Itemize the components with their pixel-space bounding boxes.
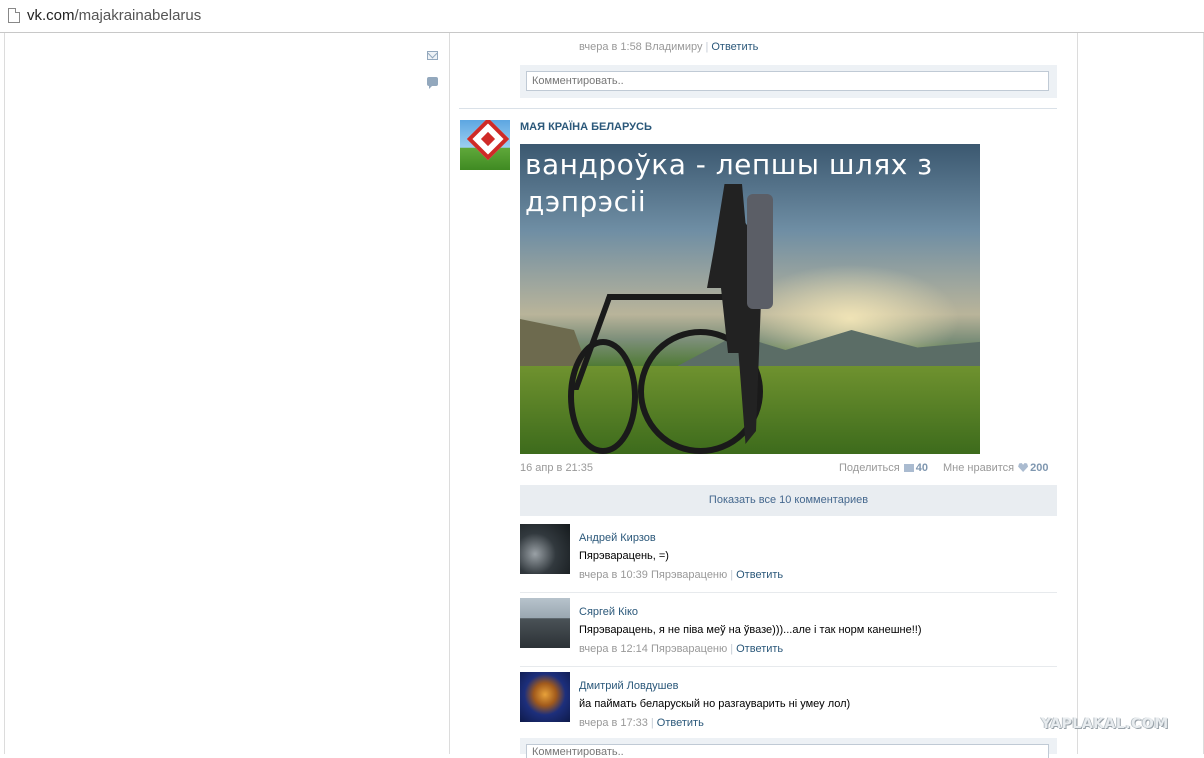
post-photo[interactable]: вандроўка - лепшы шлях з дэпрэсіі bbox=[520, 144, 980, 454]
comment-text: Пярэварацень, я не піва меў на ўвазе))).… bbox=[579, 624, 922, 636]
previous-comment-time: вчера в 1:58 Владимиру bbox=[579, 41, 703, 53]
reply-link[interactable]: Ответить bbox=[657, 717, 704, 729]
post-divider bbox=[459, 108, 1057, 109]
comment-separator bbox=[520, 666, 1057, 667]
page-icon bbox=[8, 8, 20, 23]
bottom-comment-input[interactable]: Комментировать.. bbox=[526, 744, 1049, 758]
megaphone-icon bbox=[903, 464, 914, 472]
comment-time[interactable]: вчера в 10:39 Пярэвараценю bbox=[579, 569, 727, 581]
url-path: /majakrainabelarus bbox=[74, 7, 202, 24]
previous-comment-meta: вчера в 1:58 Владимиру | Ответить bbox=[579, 41, 759, 53]
share-count: 40 bbox=[915, 462, 928, 474]
comment-item: Андрей Кирзов Пярэварацень, =) вчера в 1… bbox=[520, 524, 1057, 598]
photo-caption: вандроўка - лепшы шлях з дэпрэсіі bbox=[525, 148, 933, 218]
reply-link[interactable]: Ответить bbox=[711, 41, 758, 53]
reply-link[interactable]: Ответить bbox=[736, 569, 783, 581]
comment-separator bbox=[520, 592, 1057, 593]
comment-author[interactable]: Андрей Кирзов bbox=[579, 532, 656, 544]
comment-time[interactable]: вчера в 12:14 Пярэвараценю bbox=[579, 643, 727, 655]
yaplakal-watermark: YAPLAKAL.COM bbox=[1041, 716, 1169, 732]
avatar[interactable] bbox=[520, 524, 570, 574]
avatar[interactable] bbox=[520, 672, 570, 722]
avatar[interactable] bbox=[520, 598, 570, 648]
heart-icon bbox=[1018, 463, 1029, 472]
comment-item: Сяргей Кіко Пярэварацень, я не піва меў … bbox=[520, 598, 1057, 672]
like-button[interactable]: Мне нравится 200 bbox=[943, 462, 1048, 474]
share-button[interactable]: Поделиться 40 bbox=[839, 462, 928, 474]
comment-item: Дмитрий Ловдушев йа паймать беларускый н… bbox=[520, 672, 1057, 746]
comment-box: Комментировать.. bbox=[520, 65, 1057, 98]
comment-author[interactable]: Сяргей Кіко bbox=[579, 606, 638, 618]
url-text[interactable]: vk.com/majakrainabelarus bbox=[27, 7, 201, 24]
share-label: Поделиться bbox=[839, 462, 900, 474]
comment-author[interactable]: Дмитрий Ловдушев bbox=[579, 680, 678, 692]
comment-time[interactable]: вчера в 17:33 bbox=[579, 717, 648, 729]
left-column bbox=[6, 33, 450, 754]
reply-link[interactable]: Ответить bbox=[736, 643, 783, 655]
comment-input[interactable]: Комментировать.. bbox=[526, 71, 1049, 91]
like-label: Мне нравится bbox=[943, 462, 1015, 474]
post-date[interactable]: 16 апр в 21:35 bbox=[520, 462, 593, 474]
show-all-comments-button[interactable]: Показать все 10 комментариев bbox=[520, 485, 1057, 516]
group-name-link[interactable]: МАЯ КРАЇНА БЕЛАРУСЬ bbox=[520, 121, 652, 133]
group-avatar[interactable] bbox=[460, 120, 510, 170]
comment-text: Пярэварацень, =) bbox=[579, 550, 669, 562]
comment-bubble-icon[interactable] bbox=[427, 77, 438, 89]
envelope-icon[interactable] bbox=[427, 51, 438, 60]
url-host: vk.com bbox=[27, 7, 75, 24]
belarus-ornament-logo bbox=[466, 120, 510, 161]
comment-text: йа паймать беларускый но разгауварить ні… bbox=[579, 698, 851, 710]
bottom-comment-box: Комментировать.. bbox=[520, 738, 1057, 758]
like-count: 200 bbox=[1030, 462, 1049, 474]
address-bar[interactable]: vk.com/majakrainabelarus bbox=[0, 0, 1204, 33]
